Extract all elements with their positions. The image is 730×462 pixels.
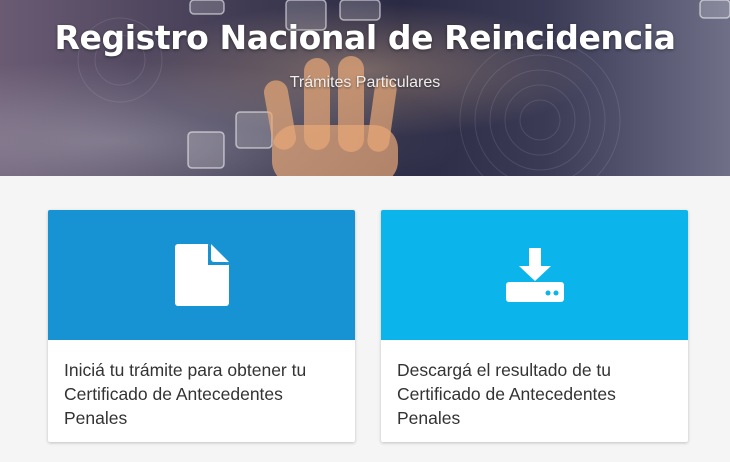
download-icon — [505, 248, 564, 302]
start-procedure-text: Iniciá tu trámite para obtener tu Certif… — [64, 360, 307, 428]
page-title: Registro Nacional de Reincidencia — [54, 18, 676, 57]
download-result-card[interactable]: Descargá el resultado de tu Certificado … — [381, 210, 688, 442]
hero-banner: Registro Nacional de Reincidencia Trámit… — [0, 0, 730, 176]
download-result-card-header — [381, 210, 688, 340]
document-icon — [174, 244, 229, 306]
start-procedure-card[interactable]: Iniciá tu trámite para obtener tu Certif… — [48, 210, 355, 442]
start-procedure-card-header — [48, 210, 355, 340]
download-result-text: Descargá el resultado de tu Certificado … — [397, 360, 616, 428]
page-subtitle: Trámites Particulares — [289, 74, 441, 91]
